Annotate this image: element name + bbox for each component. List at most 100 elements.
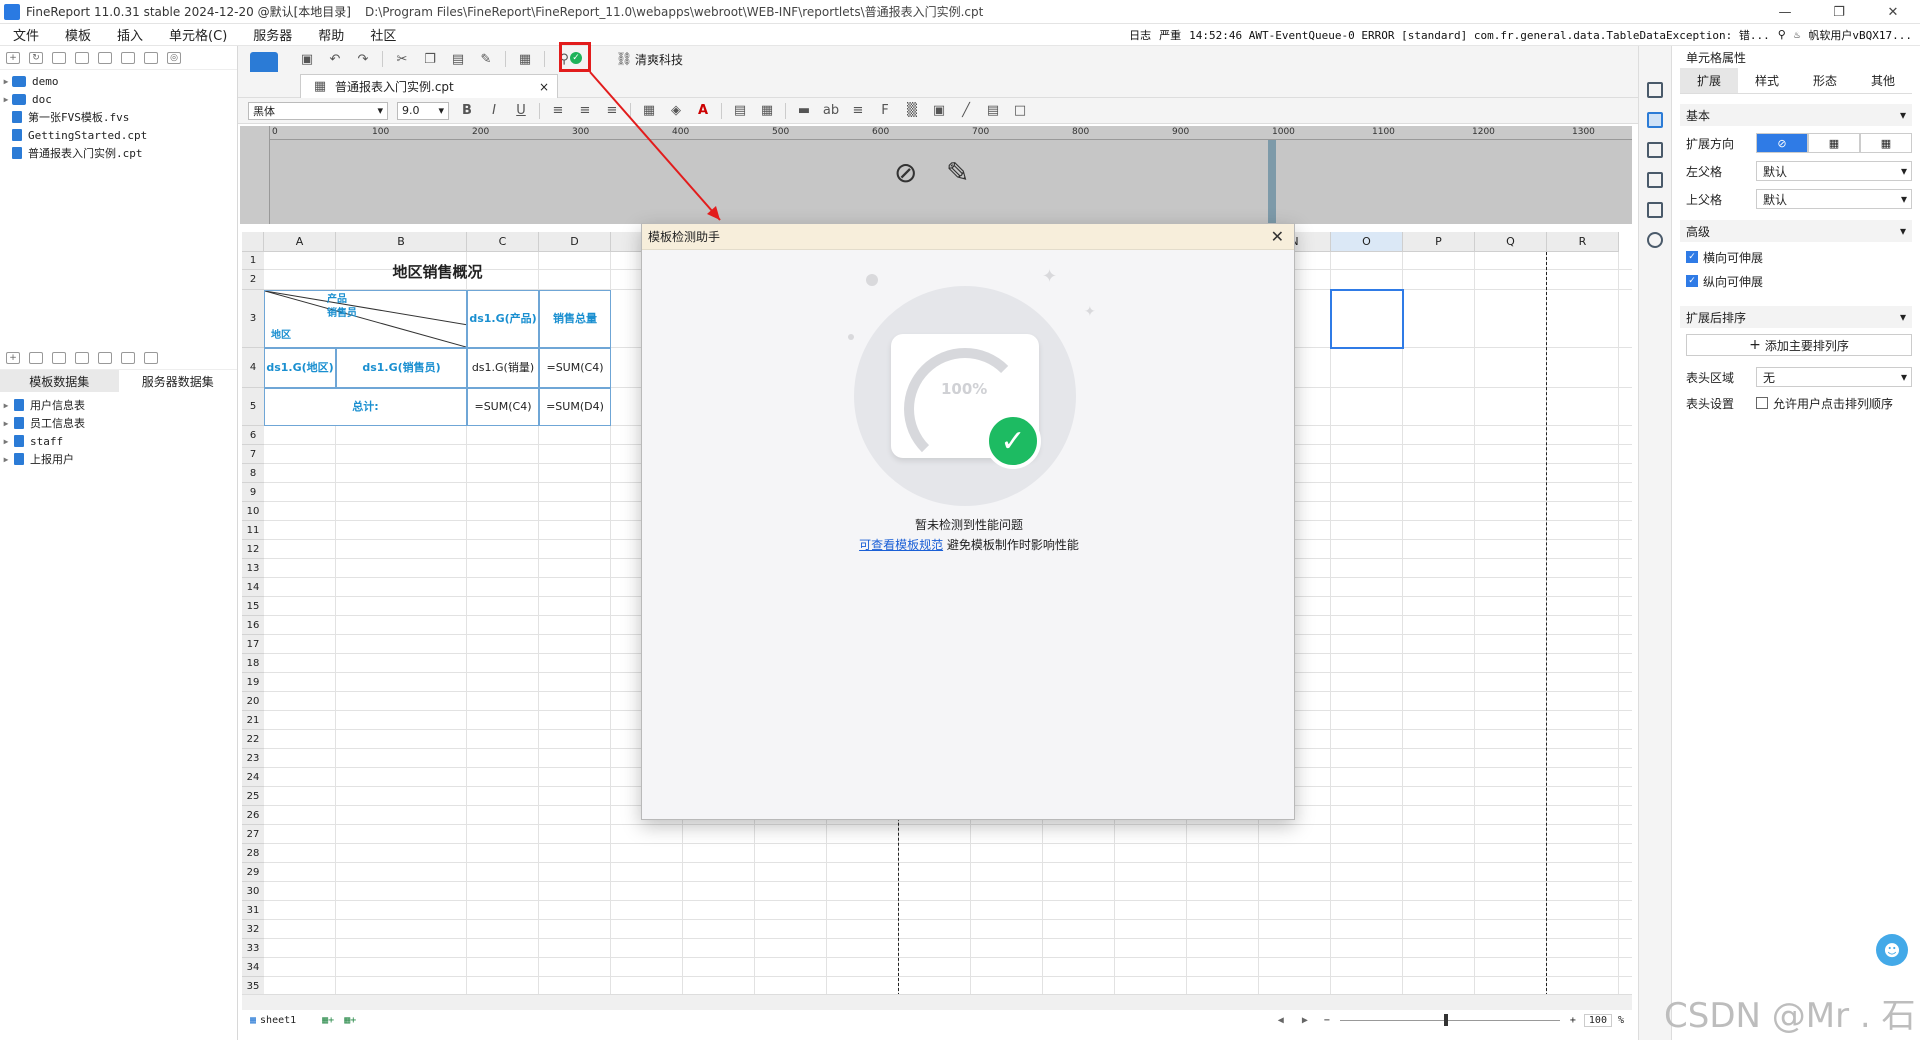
horizontal-expand-checkbox[interactable]: ✓ 横向可伸展 bbox=[1686, 248, 1912, 266]
row-header[interactable]: 22 bbox=[242, 730, 264, 749]
zoom-in-icon[interactable]: + bbox=[1570, 1015, 1576, 1026]
column-header[interactable]: Q bbox=[1475, 232, 1547, 252]
cell-a4[interactable]: ds1.G(地区) bbox=[264, 348, 336, 388]
close-tab-icon[interactable]: × bbox=[539, 80, 549, 94]
row-header[interactable]: 33 bbox=[242, 939, 264, 958]
zoom-value[interactable]: 100 bbox=[1583, 1013, 1612, 1027]
redo-icon[interactable]: ↷ bbox=[354, 50, 372, 68]
doc-tab[interactable]: ▦ 普通报表入门实例.cpt × bbox=[300, 74, 558, 98]
locate-icon[interactable]: ◎ bbox=[167, 51, 181, 64]
tree-file[interactable]: GettingStarted.cpt bbox=[0, 126, 237, 144]
condition-icon[interactable] bbox=[1647, 202, 1663, 218]
hide-eye-icon[interactable]: ⊘ bbox=[894, 156, 917, 189]
tree-folder-demo[interactable]: ▶ demo bbox=[0, 72, 237, 90]
server-icon[interactable] bbox=[144, 351, 158, 364]
plugin-button[interactable]: 清爽科技 bbox=[635, 51, 683, 68]
tree-file[interactable]: 第一张FVS模板.fvs bbox=[0, 108, 237, 126]
section-advanced[interactable]: 高级 ▾ bbox=[1680, 220, 1912, 242]
zoom-out-icon[interactable]: − bbox=[1324, 1015, 1330, 1026]
row-header[interactable]: 34 bbox=[242, 958, 264, 977]
tab-form[interactable]: 形态 bbox=[1796, 68, 1854, 93]
menu-template[interactable]: 模板 bbox=[52, 25, 104, 44]
menu-community[interactable]: 社区 bbox=[357, 25, 409, 44]
new-folder-icon[interactable]: + bbox=[6, 51, 20, 64]
template-settings-icon[interactable]: ▦ bbox=[516, 50, 534, 68]
element-icon[interactable] bbox=[1647, 142, 1663, 158]
database-icon[interactable] bbox=[75, 351, 89, 364]
menu-cell[interactable]: 单元格(C) bbox=[156, 25, 240, 44]
dataset-item[interactable]: ▶ staff bbox=[0, 432, 237, 450]
checkbox-checked-icon[interactable]: ✓ bbox=[1686, 251, 1698, 263]
column-header[interactable]: P bbox=[1403, 232, 1475, 252]
cell-a5[interactable]: 总计: bbox=[264, 388, 467, 426]
horizontal-scrollbar[interactable] bbox=[242, 994, 1632, 1010]
trash-icon[interactable] bbox=[144, 51, 158, 64]
chat-assistant-icon[interactable]: ☻ bbox=[1876, 934, 1908, 966]
copy-icon[interactable] bbox=[121, 51, 135, 64]
expand-arrow-icon[interactable]: ▶ bbox=[0, 95, 12, 104]
prev-sheet-icon[interactable]: ◀ bbox=[1278, 1015, 1284, 1026]
expand-arrow-icon[interactable]: ▶ bbox=[0, 455, 12, 464]
cell-b4[interactable]: ds1.G(销售员) bbox=[336, 348, 467, 388]
tree-file[interactable]: 普通报表入门实例.cpt bbox=[0, 144, 237, 162]
tab-expand[interactable]: 扩展 bbox=[1680, 68, 1738, 93]
row-header[interactable]: 16 bbox=[242, 616, 264, 635]
tab-style[interactable]: 样式 bbox=[1738, 68, 1796, 93]
menu-insert[interactable]: 插入 bbox=[104, 25, 156, 44]
lock-icon[interactable] bbox=[75, 51, 89, 64]
tab-other[interactable]: 其他 bbox=[1854, 68, 1912, 93]
checkbox-unchecked-icon[interactable] bbox=[1756, 397, 1768, 409]
row-header[interactable]: 23 bbox=[242, 749, 264, 768]
row-header[interactable]: 35 bbox=[242, 977, 264, 994]
bell-icon[interactable]: ♨ bbox=[1794, 28, 1801, 41]
tab-template-dataset[interactable]: 模板数据集 bbox=[0, 370, 119, 392]
paste-icon[interactable]: ▤ bbox=[449, 50, 467, 68]
row-header[interactable]: 15 bbox=[242, 597, 264, 616]
widget-icon[interactable] bbox=[1647, 172, 1663, 188]
more-icon[interactable]: □ bbox=[1011, 102, 1029, 120]
row-header[interactable]: 30 bbox=[242, 882, 264, 901]
section-sort[interactable]: 扩展后排序 ▾ bbox=[1680, 306, 1912, 328]
dataset-item[interactable]: ▶ 用户信息表 bbox=[0, 396, 237, 414]
expand-arrow-icon[interactable]: ▶ bbox=[0, 437, 12, 446]
row-header[interactable]: 27 bbox=[242, 825, 264, 844]
row-header[interactable]: 2 bbox=[242, 270, 264, 290]
tree-folder-doc[interactable]: ▶ doc bbox=[0, 90, 237, 108]
expand-arrow-icon[interactable]: ▶ bbox=[0, 401, 12, 410]
cell-c3[interactable]: ds1.G(产品) bbox=[467, 290, 539, 348]
log-label[interactable]: 日志 bbox=[1129, 27, 1151, 43]
column-header[interactable]: B bbox=[336, 232, 467, 252]
undo-icon[interactable]: ↶ bbox=[326, 50, 344, 68]
row-header[interactable]: 18 bbox=[242, 654, 264, 673]
bold-icon[interactable]: B bbox=[458, 102, 476, 120]
no-expand-icon[interactable]: ⊘ bbox=[1756, 133, 1808, 153]
row-header[interactable]: 29 bbox=[242, 863, 264, 882]
cut-icon[interactable]: ✂ bbox=[393, 50, 411, 68]
row-header[interactable]: 12 bbox=[242, 540, 264, 559]
delete-icon[interactable] bbox=[52, 351, 66, 364]
maximize-icon[interactable]: ❐ bbox=[1812, 0, 1866, 24]
row-header[interactable]: 4 bbox=[242, 348, 264, 388]
row-header[interactable]: 5 bbox=[242, 388, 264, 426]
row-header[interactable]: 32 bbox=[242, 920, 264, 939]
user-name[interactable]: 帆软用户vBQX17... bbox=[1808, 27, 1912, 43]
top-parent-select[interactable]: 默认 ▾ bbox=[1756, 189, 1912, 209]
row-header[interactable]: 28 bbox=[242, 844, 264, 863]
column-header[interactable]: C bbox=[467, 232, 539, 252]
column-header[interactable]: A bbox=[264, 232, 336, 252]
save-icon[interactable]: ▣ bbox=[298, 50, 316, 68]
insert-text-icon[interactable]: ▬ bbox=[795, 102, 813, 120]
checkbox-checked-icon[interactable]: ✓ bbox=[1686, 275, 1698, 287]
cell-d5[interactable]: =SUM(D4) bbox=[539, 388, 611, 426]
cell-d3[interactable]: 销售总量 bbox=[539, 290, 611, 348]
menu-server[interactable]: 服务器 bbox=[240, 25, 305, 44]
row-header[interactable]: 3 bbox=[242, 290, 264, 348]
dataset-item[interactable]: ▶ 上报用户 bbox=[0, 450, 237, 468]
minimize-icon[interactable]: — bbox=[1758, 0, 1812, 24]
row-header[interactable]: 24 bbox=[242, 768, 264, 787]
italic-icon[interactable]: I bbox=[485, 102, 503, 120]
edit-icon[interactable] bbox=[29, 351, 43, 364]
section-basic[interactable]: 基本 ▾ bbox=[1680, 104, 1912, 126]
vertical-expand-checkbox[interactable]: ✓ 纵向可伸展 bbox=[1686, 272, 1912, 290]
left-parent-select[interactable]: 默认 ▾ bbox=[1756, 161, 1912, 181]
